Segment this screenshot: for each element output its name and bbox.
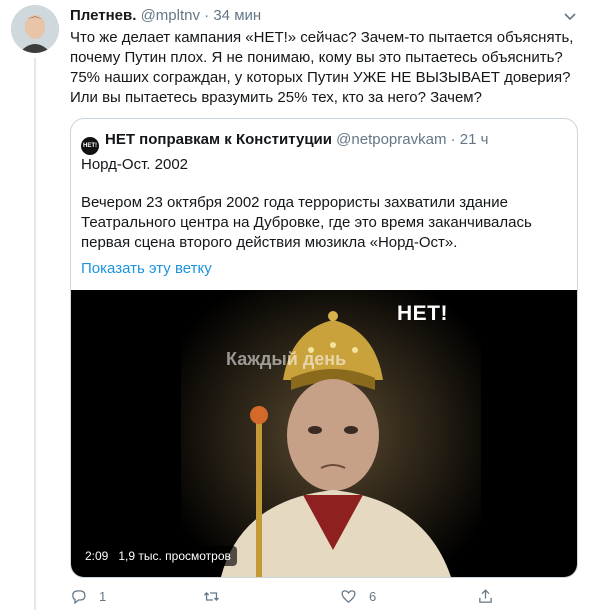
overlay-logo: НЕТ! xyxy=(397,302,448,325)
reply-count: 1 xyxy=(99,588,107,604)
like-icon xyxy=(341,589,356,603)
reply-button[interactable]: 1 xyxy=(70,586,106,606)
quoted-time[interactable]: 21 ч xyxy=(460,131,489,148)
quoted-first-line: Норд-Ост. 2002 xyxy=(81,156,188,173)
retweet-button[interactable] xyxy=(203,586,232,606)
video-frame-illustration xyxy=(181,290,481,577)
reply-icon xyxy=(72,589,86,604)
tweet-time[interactable]: 34 мин xyxy=(213,7,261,24)
retweet-icon xyxy=(203,591,220,601)
tweet-text: Что же делает кампания «НЕТ!» сейчас? За… xyxy=(70,28,580,108)
quoted-body-line: Вечером 23 октября 2002 года террористы … xyxy=(81,194,508,211)
chevron-down-icon[interactable] xyxy=(562,8,578,24)
avatar-portrait-icon xyxy=(11,5,59,53)
tweet-text-line: 75% наших сограждан, у которых Путин УЖЕ… xyxy=(70,69,571,86)
thread-line xyxy=(34,58,36,610)
show-thread-link[interactable]: Показать эту ветку xyxy=(81,259,212,279)
tweet-actions: 1 6 xyxy=(70,586,580,606)
author-handle[interactable]: @mpltnv xyxy=(141,7,200,24)
video-player[interactable]: Каждый день НЕТ! 2:09 1,9 тыс. просмотро… xyxy=(71,290,577,577)
like-count: 6 xyxy=(369,588,377,604)
author-name[interactable]: Плетнев. xyxy=(70,7,136,24)
quoted-header: НЕТ! НЕТ поправкам к Конституции @netpopr… xyxy=(81,130,488,155)
video-views: 1,9 тыс. просмотров xyxy=(118,549,231,563)
tweet-text-line: почему Путин плох. Я не понимаю, кому вы… xyxy=(70,49,563,66)
quoted-tweet[interactable]: НЕТ! НЕТ поправкам к Конституции @netpopr… xyxy=(70,118,578,578)
quoted-avatar[interactable]: НЕТ! xyxy=(81,137,99,155)
quoted-body-line: первая сцена второго действия мюзикла «Н… xyxy=(81,234,458,251)
video-watermark: Каждый день xyxy=(226,349,347,369)
share-icon xyxy=(479,588,492,603)
tweet-text-line: Что же делает кампания «НЕТ!» сейчас? За… xyxy=(70,29,574,46)
video-duration: 2:09 xyxy=(85,549,109,563)
share-button[interactable] xyxy=(477,586,494,606)
avatar[interactable] xyxy=(11,5,59,53)
tweet[interactable]: Плетнев. @mpltnv · 34 мин Что же делает … xyxy=(0,0,592,610)
like-button[interactable]: 6 xyxy=(340,586,376,606)
quoted-body-line: Театрального центра на Дубровке, где это… xyxy=(81,214,532,231)
quoted-author-handle[interactable]: @netpopravkam xyxy=(336,131,446,148)
quoted-body: Вечером 23 октября 2002 года террористы … xyxy=(81,193,561,253)
video-stats: 2:09 1,9 тыс. просмотров xyxy=(79,546,237,566)
tweet-text-line: Или вы пытаетесь вразумить 25% тех, кто … xyxy=(70,89,482,106)
tweet-header: Плетнев. @mpltnv · 34 мин xyxy=(70,6,261,26)
separator-dot: · xyxy=(204,7,210,24)
separator-dot: · xyxy=(450,131,456,148)
quoted-author-name[interactable]: НЕТ поправкам к Конституции xyxy=(105,131,332,148)
